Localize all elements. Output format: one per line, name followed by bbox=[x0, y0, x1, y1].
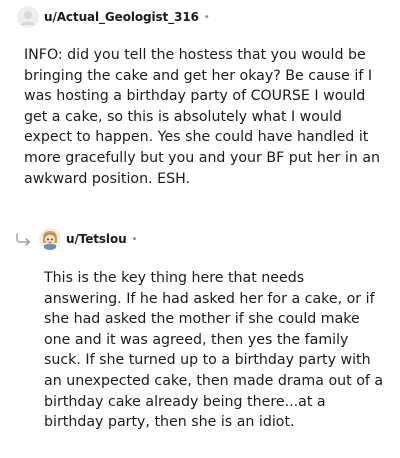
meta-separator: • bbox=[131, 233, 138, 245]
meta-separator: • bbox=[203, 11, 210, 23]
default-avatar-icon[interactable] bbox=[17, 6, 39, 28]
comment-body: INFO: did you tell the hostess that you … bbox=[24, 47, 381, 187]
comment-header: u/Tetslou • bbox=[0, 226, 400, 252]
comment-reply: u/Tetslou • This is the key thing here t… bbox=[0, 226, 400, 430]
comment-body: This is the key thing here that needs an… bbox=[44, 270, 384, 431]
reply-arrow-icon bbox=[15, 232, 33, 246]
comment-author[interactable]: u/Actual_Geologist_316 bbox=[44, 10, 199, 24]
comment-top-level: u/Actual_Geologist_316 • INFO: did you t… bbox=[0, 4, 400, 187]
character-avatar-icon[interactable] bbox=[39, 228, 61, 250]
comment-header: u/Actual_Geologist_316 • bbox=[0, 4, 400, 30]
comment-author[interactable]: u/Tetslou bbox=[66, 232, 127, 246]
